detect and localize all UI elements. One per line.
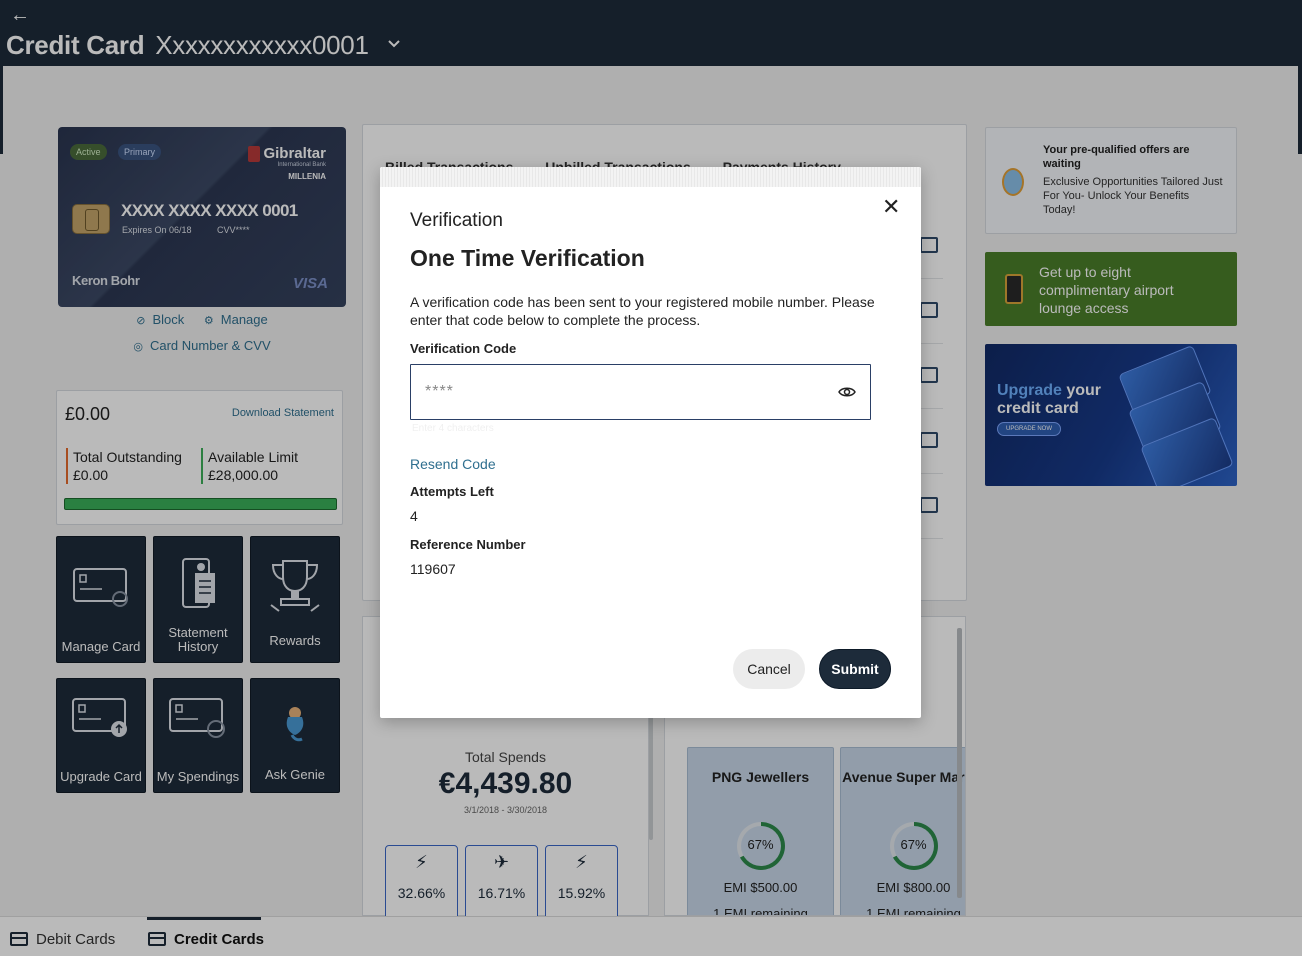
- reference-number-value: 119607: [410, 561, 456, 577]
- eye-icon[interactable]: [838, 385, 856, 399]
- cancel-button[interactable]: Cancel: [733, 649, 805, 689]
- close-icon[interactable]: ✕: [882, 194, 900, 220]
- verification-code-input[interactable]: [410, 364, 871, 420]
- resend-code-link[interactable]: Resend Code: [410, 456, 496, 472]
- verification-dialog: Verification ✕ One Time Verification A v…: [380, 167, 921, 718]
- attempts-left-value: 4: [410, 508, 418, 524]
- submit-button[interactable]: Submit: [819, 649, 891, 689]
- reference-number-label: Reference Number: [410, 537, 526, 552]
- verification-code-label: Verification Code: [410, 341, 517, 356]
- dialog-description: A verification code has been sent to you…: [410, 294, 875, 328]
- attempts-left-label: Attempts Left: [410, 484, 494, 499]
- dialog-heading: Verification: [410, 210, 503, 231]
- dialog-top-bar: [380, 167, 921, 187]
- dialog-title: One Time Verification: [410, 245, 645, 271]
- input-hint: Enter 4 characters: [412, 423, 494, 434]
